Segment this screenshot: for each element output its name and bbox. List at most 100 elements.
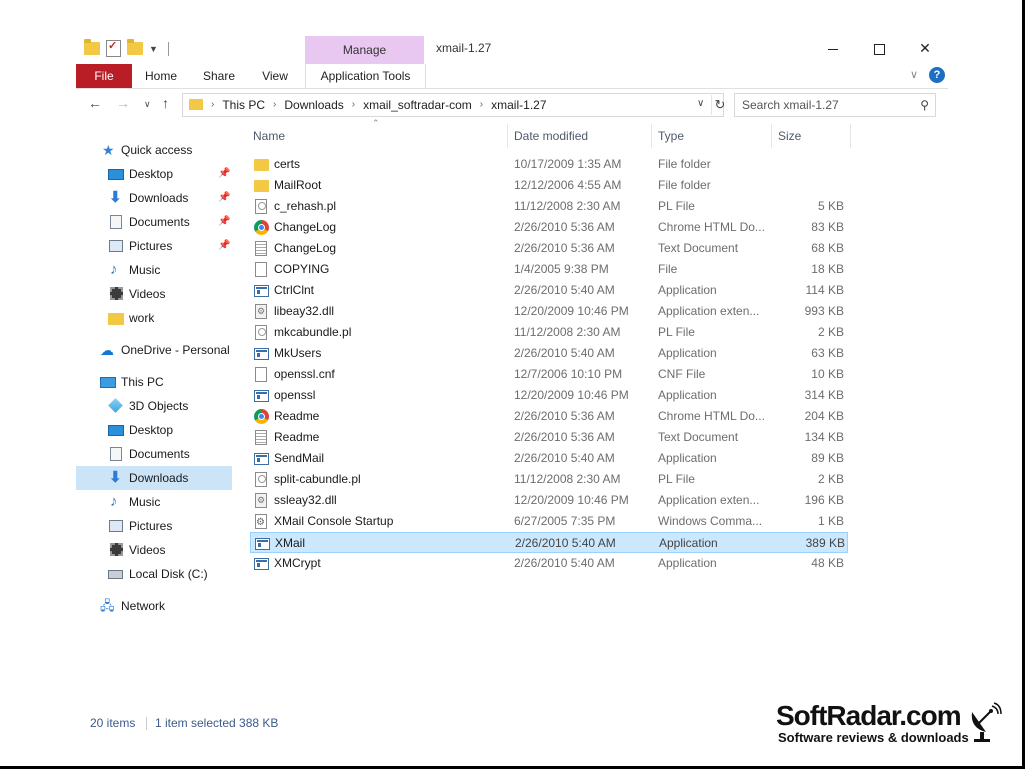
folder-icon[interactable] [84,39,100,55]
tab-file[interactable]: File [76,64,132,88]
table-row[interactable]: Readme 2/26/2010 5:36 AM Text Document 134 … [250,427,848,448]
help-icon[interactable]: ? [929,67,945,83]
sidebar-item-documents[interactable]: Documents 📌 [76,210,232,234]
satellite-dish-icon [971,702,1002,742]
disk-icon [108,570,123,579]
table-row[interactable]: CtrlClnt 2/26/2010 5:40 AM Application 114 … [250,280,848,301]
sidebar-item-label: Downloads [129,191,189,205]
file-list: ⌃ Name Date modified Type Size certs 10/1… [244,118,948,698]
sidebar-item-videos[interactable]: Videos [76,282,232,306]
new-folder-icon[interactable] [127,39,143,55]
tab-home[interactable]: Home [132,64,190,88]
sidebar-item-pictures[interactable]: Pictures 📌 [76,234,232,258]
column-divider[interactable] [507,124,508,148]
table-row[interactable]: SendMail 2/26/2010 5:40 AM Application 89 K… [250,448,848,469]
back-arrow-icon[interactable]: ← [88,95,102,111]
sidebar-item-desktop-pc[interactable]: Desktop [76,418,232,442]
column-header-type[interactable]: Type [658,126,684,150]
sidebar-item-desktop[interactable]: Desktop 📌 [76,162,232,186]
search-icon[interactable]: ⚲ [920,98,929,112]
file-size: 2 KB [817,325,844,339]
pictures-icon [109,520,123,532]
refresh-icon[interactable]: ↻ [711,95,728,115]
sidebar-item-3d-objects[interactable]: 3D Objects [76,394,232,418]
table-row[interactable]: MkUsers 2/26/2010 5:40 AM Application 63 KB [250,343,848,364]
chevron-right-icon[interactable]: › [480,94,483,116]
tab-application-tools[interactable]: Application Tools [305,64,426,88]
sidebar-item-downloads[interactable]: ⬇ Downloads 📌 [76,186,232,210]
column-divider[interactable] [850,124,851,148]
file-date-modified: 2/26/2010 5:36 AM [514,220,615,234]
table-row[interactable]: certs 10/17/2009 1:35 AM File folder [250,154,848,175]
tab-view[interactable]: View [248,64,302,88]
minimize-button[interactable] [810,36,856,60]
sidebar-item-quick-access[interactable]: ★ Quick access [76,138,232,162]
sort-ascending-icon: ⌃ [372,118,380,128]
sidebar-item-downloads-pc[interactable]: ⬇ Downloads [76,466,232,490]
table-row[interactable]: openssl 12/20/2009 10:46 PM Application 314… [250,385,848,406]
sidebar-item-work[interactable]: work [76,306,232,330]
recent-locations-icon[interactable]: ∨ [144,99,151,110]
pin-icon[interactable]: 📌 [218,210,230,234]
pin-icon[interactable]: 📌 [218,234,230,258]
dll-file-icon [255,490,267,511]
download-arrow-icon: ⬇ [109,189,122,206]
address-bar[interactable]: › This PC › Downloads › xmail_softradar-… [182,93,725,117]
table-row[interactable]: c_rehash.pl 11/12/2008 2:30 AM PL File 5 KB [250,196,848,217]
close-button[interactable]: ✕ [902,36,948,60]
sidebar-item-this-pc[interactable]: This PC [76,370,232,394]
table-row[interactable]: ssleay32.dll 12/20/2009 10:46 PM Applicati… [250,490,848,511]
column-header-size[interactable]: Size [778,126,801,150]
table-row[interactable]: Readme 2/26/2010 5:36 AM Chrome HTML Do...… [250,406,848,427]
chevron-right-icon[interactable]: › [352,94,355,116]
search-input[interactable]: Search xmail-1.27 ⚲ [734,93,936,117]
sidebar-item-videos-pc[interactable]: Videos [76,538,232,562]
chevron-right-icon[interactable]: › [211,94,214,116]
table-row[interactable]: MailRoot 12/12/2006 4:55 AM File folder [250,175,848,196]
forward-arrow-icon[interactable]: → [116,95,130,111]
table-row[interactable]: split-cabundle.pl 11/12/2008 2:30 AM PL Fi… [250,469,848,490]
breadcrumb-xmail-softradar[interactable]: xmail_softradar-com [363,94,472,116]
column-divider[interactable] [771,124,772,148]
sidebar-item-onedrive[interactable]: ☁ OneDrive - Personal [76,338,232,362]
maximize-button[interactable] [856,36,902,60]
column-header-date[interactable]: Date modified [514,126,588,150]
table-row[interactable]: ChangeLog 2/26/2010 5:36 AM Text Document 6… [250,238,848,259]
sidebar-item-music-pc[interactable]: ♪ Music [76,490,232,514]
breadcrumb-this-pc[interactable]: This PC [222,94,265,116]
up-arrow-icon[interactable]: ↑ [162,95,169,111]
breadcrumb-xmail-127[interactable]: xmail-1.27 [491,94,546,116]
column-header-name[interactable]: Name [253,126,285,150]
properties-icon[interactable] [106,39,121,57]
column-divider[interactable] [651,124,652,148]
file-size: 68 KB [811,241,844,255]
customize-toolbar-icon[interactable]: ▼ [149,44,158,54]
script-file-icon [255,325,267,340]
table-row[interactable]: ChangeLog 2/26/2010 5:36 AM Chrome HTML Do… [250,217,848,238]
manage-tab-header[interactable]: Manage [305,36,424,64]
chevron-down-icon[interactable]: ∨ [910,68,918,81]
table-row[interactable]: libeay32.dll 12/20/2009 10:46 PM Applicati… [250,301,848,322]
sidebar-item-label: Videos [129,543,166,557]
application-icon [255,538,270,550]
file-date-modified: 2/26/2010 5:36 AM [514,241,615,255]
chevron-right-icon[interactable]: › [273,94,276,116]
table-row[interactable]: COPYING 1/4/2005 9:38 PM File 18 KB [250,259,848,280]
file-type: Windows Comma... [658,514,763,528]
pin-icon[interactable]: 📌 [218,162,230,186]
table-row[interactable]: mkcabundle.pl 11/12/2008 2:30 AM PL File 2 … [250,322,848,343]
table-row[interactable]: XMail 2/26/2010 5:40 AM Application 389 KB [250,532,848,553]
sidebar-item-local-disk[interactable]: Local Disk (C:) [76,562,232,586]
breadcrumb-downloads[interactable]: Downloads [284,94,343,116]
sidebar-item-network[interactable]: 🖧 Network [76,594,232,618]
sidebar-item-documents-pc[interactable]: Documents [76,442,232,466]
sidebar-item-music[interactable]: ♪ Music [76,258,232,282]
table-row[interactable]: XMail Console Startup 6/27/2005 7:35 PM Wi… [250,511,848,533]
sidebar-item-pictures-pc[interactable]: Pictures [76,514,232,538]
pin-icon[interactable]: 📌 [218,186,230,210]
tab-share[interactable]: Share [190,64,248,88]
folder-icon [254,159,269,171]
chevron-down-icon[interactable]: ∨ [697,98,704,109]
table-row[interactable]: openssl.cnf 12/7/2006 10:10 PM CNF File 10 … [250,364,848,385]
table-row[interactable]: XMCrypt 2/26/2010 5:40 AM Application 48 KB [250,553,848,574]
